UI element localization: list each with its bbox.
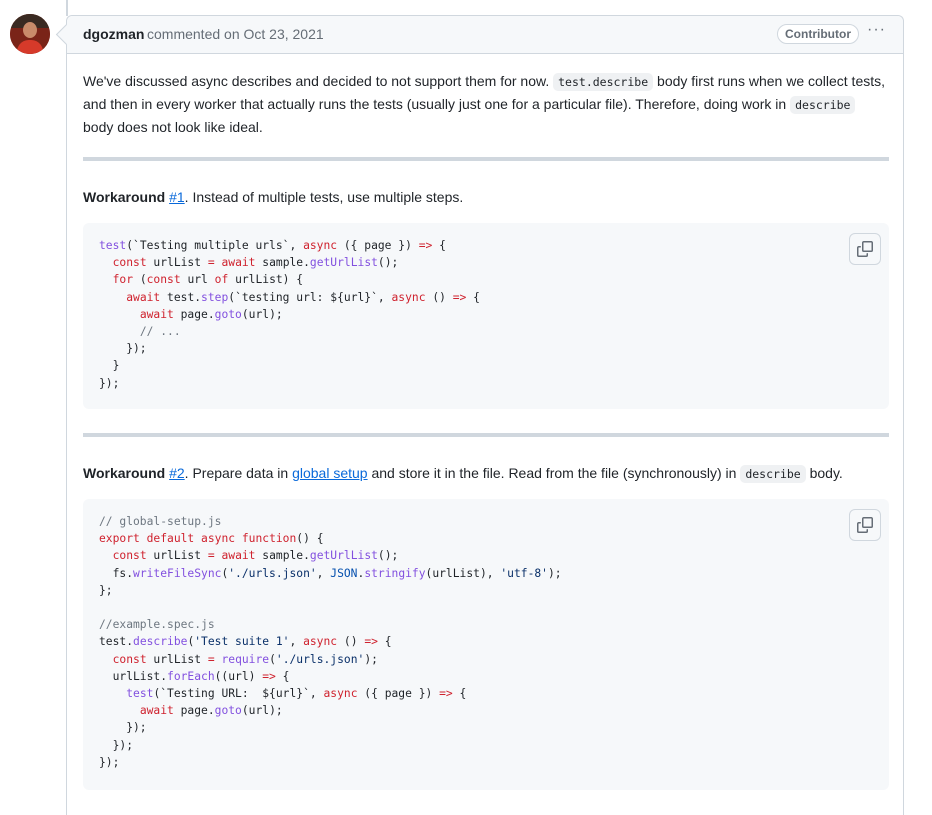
intro-paragraph: We've discussed async describes and deci… bbox=[83, 70, 889, 138]
code-block-1: test(`Testing multiple urls`, async ({ p… bbox=[83, 223, 889, 409]
workaround-2-text-2: and store it in the file. Read from the … bbox=[367, 465, 741, 481]
timeline-line bbox=[66, 0, 68, 16]
workaround-2-ref-link[interactable]: #2 bbox=[169, 465, 185, 481]
workaround-2-text-3: body. bbox=[805, 465, 843, 481]
contributor-badge: Contributor bbox=[777, 24, 859, 44]
inline-code-describe-2: describe bbox=[740, 465, 806, 483]
workaround-1-text: . Instead of multiple tests, use multipl… bbox=[184, 189, 464, 205]
copy-button-2[interactable] bbox=[849, 509, 881, 541]
workaround-1-paragraph: Workaround #1. Instead of multiple tests… bbox=[83, 186, 889, 208]
code-block-2-content: // global-setup.js export default async … bbox=[99, 515, 562, 769]
code-block-2: // global-setup.js export default async … bbox=[83, 499, 889, 790]
comment-body: We've discussed async describes and deci… bbox=[83, 70, 889, 138]
kebab-horizontal-icon[interactable]: ··· bbox=[867, 21, 886, 39]
comment-box: dgozman commented on Oct 23, 2021 Contri… bbox=[66, 15, 904, 815]
intro-text-1: We've discussed async describes and deci… bbox=[83, 73, 554, 89]
author-link[interactable]: dgozman bbox=[83, 26, 144, 42]
comment-date-link[interactable]: Oct 23, 2021 bbox=[244, 26, 324, 42]
workaround-2-paragraph: Workaround #2. Prepare data in global se… bbox=[83, 462, 889, 485]
workaround-1-label: Workaround bbox=[83, 189, 166, 205]
avatar[interactable] bbox=[10, 14, 50, 54]
comment-meta: commented on Oct 23, 2021 bbox=[147, 26, 324, 42]
code-block-1-content: test(`Testing multiple urls`, async ({ p… bbox=[99, 239, 480, 390]
comment-header: dgozman commented on Oct 23, 2021 Contri… bbox=[67, 16, 903, 54]
inline-code-test-describe: test.describe bbox=[553, 73, 654, 91]
intro-text-3: body does not look like ideal. bbox=[83, 119, 263, 135]
copy-icon bbox=[857, 241, 873, 257]
copy-button-1[interactable] bbox=[849, 233, 881, 265]
comment-action: commented on bbox=[147, 26, 240, 42]
divider-1 bbox=[83, 157, 889, 161]
workaround-2-label: Workaround bbox=[83, 465, 166, 481]
inline-code-describe: describe bbox=[790, 96, 856, 114]
workaround-1-ref-link[interactable]: #1 bbox=[169, 189, 185, 205]
divider-2 bbox=[83, 433, 889, 437]
workaround-2-text-1: . Prepare data in bbox=[184, 465, 293, 481]
copy-icon bbox=[857, 517, 873, 533]
global-setup-link[interactable]: global setup bbox=[292, 465, 368, 481]
